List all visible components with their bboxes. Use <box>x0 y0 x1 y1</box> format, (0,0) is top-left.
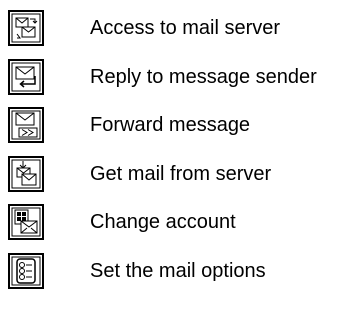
legend-label: Get mail from server <box>90 162 272 185</box>
get-mail-icon[interactable] <box>8 155 44 192</box>
reply-icon[interactable] <box>8 58 44 95</box>
change-account-icon[interactable] <box>8 204 44 241</box>
legend-label: Set the mail options <box>90 259 266 282</box>
forward-icon[interactable] <box>8 107 44 144</box>
mail-options-icon[interactable] <box>8 252 44 289</box>
legend-label: Access to mail server <box>90 17 281 39</box>
mail-server-access-icon[interactable] <box>8 10 44 46</box>
legend-label: Forward message <box>90 114 251 137</box>
legend-label: Reply to message sender <box>90 65 317 88</box>
legend-label: Change account <box>90 211 236 234</box>
